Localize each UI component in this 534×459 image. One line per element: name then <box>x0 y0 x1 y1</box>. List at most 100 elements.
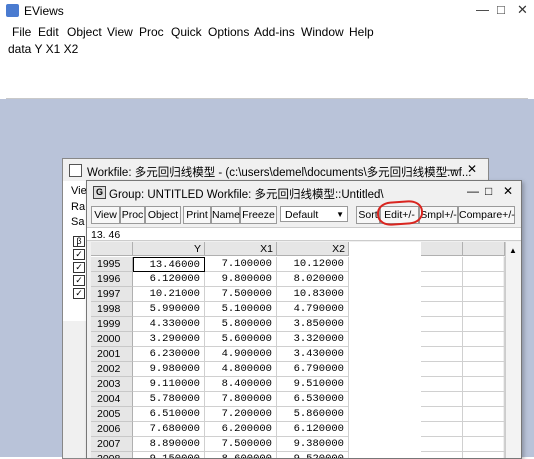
empty-cell[interactable] <box>463 257 505 272</box>
data-cell[interactable]: 8.600000 <box>205 452 277 458</box>
data-cell[interactable]: 5.800000 <box>205 317 277 332</box>
empty-cell[interactable] <box>463 272 505 287</box>
data-cell[interactable]: 9.800000 <box>205 272 277 287</box>
empty-cell[interactable] <box>463 437 505 452</box>
group-minimize-icon[interactable]: — <box>467 184 479 198</box>
data-cell[interactable]: 3.290000 <box>133 332 205 347</box>
data-cell[interactable]: 8.890000 <box>133 437 205 452</box>
data-cell[interactable]: 10.21000 <box>133 287 205 302</box>
empty-cell[interactable] <box>463 332 505 347</box>
compare-toggle-button[interactable]: Compare+/- <box>458 206 515 224</box>
empty-cell[interactable] <box>421 287 463 302</box>
print-button[interactable]: Print <box>183 206 211 224</box>
data-cell[interactable]: 9.980000 <box>133 362 205 377</box>
data-cell[interactable]: 4.800000 <box>205 362 277 377</box>
empty-cell[interactable] <box>421 257 463 272</box>
menu-object[interactable]: Object <box>67 25 102 39</box>
data-cell[interactable]: 6.200000 <box>205 422 277 437</box>
empty-cell[interactable] <box>463 407 505 422</box>
data-cell[interactable]: 9.510000 <box>277 377 349 392</box>
workfile-minimize-icon[interactable]: — <box>445 162 457 176</box>
data-cell[interactable]: 9.110000 <box>133 377 205 392</box>
empty-cell[interactable] <box>463 392 505 407</box>
data-cell[interactable]: 7.100000 <box>205 257 277 272</box>
column-header[interactable]: X2 <box>277 242 349 256</box>
row-label[interactable]: 1996 <box>91 272 133 287</box>
data-cell[interactable]: 7.680000 <box>133 422 205 437</box>
data-cell[interactable]: 8.020000 <box>277 272 349 287</box>
data-cell[interactable]: 7.500000 <box>205 287 277 302</box>
data-cell[interactable]: 6.120000 <box>277 422 349 437</box>
data-cell[interactable]: 6.230000 <box>133 347 205 362</box>
data-cell[interactable]: 4.790000 <box>277 302 349 317</box>
freeze-button[interactable]: Freeze <box>240 206 277 224</box>
data-cell[interactable]: 6.120000 <box>133 272 205 287</box>
menu-edit[interactable]: Edit <box>38 25 59 39</box>
data-cell[interactable]: 7.200000 <box>205 407 277 422</box>
view-button[interactable]: View <box>91 206 120 224</box>
empty-cell[interactable] <box>421 452 463 458</box>
data-cell[interactable]: 5.100000 <box>205 302 277 317</box>
empty-cell[interactable] <box>421 332 463 347</box>
data-cell[interactable]: 3.320000 <box>277 332 349 347</box>
data-cell[interactable]: 10.83000 <box>277 287 349 302</box>
command-text[interactable]: data Y X1 X2 <box>8 42 78 56</box>
data-cell[interactable]: 4.330000 <box>133 317 205 332</box>
data-cell[interactable]: 6.790000 <box>277 362 349 377</box>
menu-add-ins[interactable]: Add-ins <box>254 25 295 39</box>
row-label[interactable]: 2001 <box>91 347 133 362</box>
data-cell[interactable]: 7.500000 <box>205 437 277 452</box>
smpl-toggle-button[interactable]: Smpl+/- <box>419 206 458 224</box>
group-window[interactable]: G Group: UNTITLED Workfile: 多元回归线模型::Unt… <box>86 180 522 459</box>
menu-window[interactable]: Window <box>301 25 344 39</box>
empty-cell[interactable] <box>463 362 505 377</box>
row-label[interactable]: 2000 <box>91 332 133 347</box>
data-cell[interactable]: 6.510000 <box>133 407 205 422</box>
menu-proc[interactable]: Proc <box>139 25 164 39</box>
workfile-view-button[interactable]: Vie <box>71 185 87 197</box>
empty-cell[interactable] <box>463 377 505 392</box>
display-format-select[interactable]: Default ▼ <box>280 206 348 222</box>
vertical-scrollbar[interactable]: ▲ <box>505 242 521 458</box>
data-cell[interactable]: 5.990000 <box>133 302 205 317</box>
data-cell[interactable]: 3.430000 <box>277 347 349 362</box>
proc-button[interactable]: Proc <box>120 206 145 224</box>
series-object-icon[interactable]: ✓ <box>73 288 85 299</box>
empty-cell[interactable] <box>421 317 463 332</box>
coef-object-icon[interactable]: β <box>73 236 85 247</box>
name-button[interactable]: Name <box>211 206 240 224</box>
empty-cell[interactable] <box>421 422 463 437</box>
empty-column-header[interactable] <box>463 242 505 256</box>
menu-options[interactable]: Options <box>208 25 249 39</box>
spreadsheet-grid[interactable]: Y X1 X2 1995 13.46000 7.100000 10.12000 1996 6.1… <box>91 242 505 458</box>
menu-file[interactable]: File <box>12 25 31 39</box>
series-object-icon[interactable]: ✓ <box>73 249 85 260</box>
group-maximize-icon[interactable]: □ <box>485 184 492 198</box>
empty-cell[interactable] <box>421 407 463 422</box>
empty-cell[interactable] <box>463 317 505 332</box>
row-label[interactable]: 2003 <box>91 377 133 392</box>
data-cell[interactable]: 8.400000 <box>205 377 277 392</box>
empty-cell[interactable] <box>463 422 505 437</box>
menu-view[interactable]: View <box>107 25 133 39</box>
data-cell[interactable]: 5.780000 <box>133 392 205 407</box>
group-titlebar[interactable]: G Group: UNTITLED Workfile: 多元回归线模型::Unt… <box>87 181 521 203</box>
maximize-icon[interactable]: □ <box>497 2 505 17</box>
empty-cell[interactable] <box>421 302 463 317</box>
empty-column-header[interactable] <box>421 242 463 256</box>
data-cell[interactable]: 9.150000 <box>133 452 205 458</box>
data-cell[interactable]: 3.850000 <box>277 317 349 332</box>
row-label[interactable]: 2002 <box>91 362 133 377</box>
row-label[interactable]: 1998 <box>91 302 133 317</box>
command-window[interactable]: data Y X1 X2 <box>6 40 528 99</box>
workfile-titlebar[interactable]: Workfile: 多元回归线模型 - (c:\users\demel\docu… <box>63 159 488 181</box>
row-label[interactable]: 2006 <box>91 422 133 437</box>
empty-cell[interactable] <box>421 272 463 287</box>
data-cell[interactable]: 10.12000 <box>277 257 349 272</box>
empty-cell[interactable] <box>463 452 505 458</box>
row-label[interactable]: 1995 <box>91 257 133 272</box>
data-cell[interactable]: 7.800000 <box>205 392 277 407</box>
row-label[interactable]: 2004 <box>91 392 133 407</box>
row-label[interactable]: 2005 <box>91 407 133 422</box>
data-cell[interactable]: 13.46000 <box>133 257 205 272</box>
